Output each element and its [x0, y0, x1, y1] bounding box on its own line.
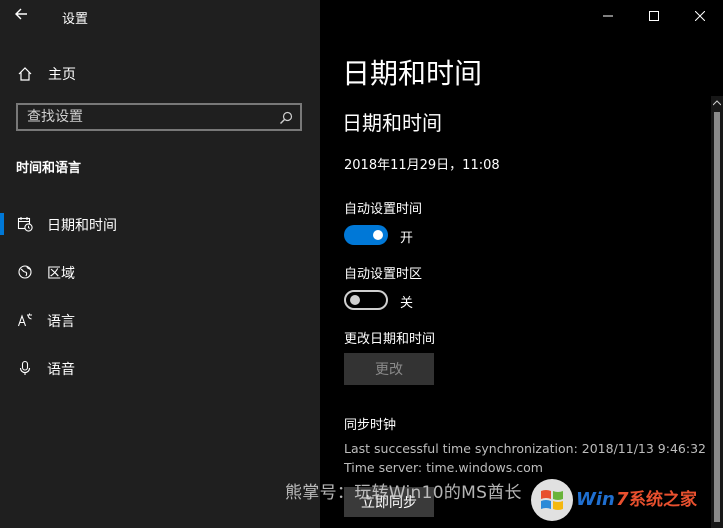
time-server-text: Time server: time.windows.com [344, 460, 543, 475]
sidebar-item-label: 语音 [47, 362, 75, 378]
minimize-icon [603, 15, 613, 17]
minimize-button[interactable] [585, 0, 631, 32]
microphone-icon [16, 359, 34, 377]
scroll-up-button[interactable] [711, 96, 723, 110]
page-title: 日期和时间 [342, 57, 483, 90]
sidebar-item-speech[interactable]: 语音 [0, 351, 320, 385]
watermark-text: 熊掌号：玩转Win10的MS酋长 [285, 483, 522, 503]
auto-timezone-toggle[interactable] [344, 290, 388, 310]
search-box[interactable] [16, 103, 302, 131]
back-arrow-icon [15, 8, 27, 20]
sidebar: 设置 主页 时间和语言 日期和时间 区域 语言 [0, 0, 320, 528]
auto-time-label: 自动设置时间 [344, 202, 423, 217]
svg-text:Win: Win [576, 489, 615, 510]
change-datetime-label: 更改日期和时间 [344, 332, 436, 347]
back-button[interactable] [14, 6, 36, 26]
window-title: 设置 [62, 12, 89, 27]
sidebar-item-language[interactable]: 语言 [0, 303, 320, 337]
globe-icon [16, 263, 34, 281]
scrollbar-thumb[interactable] [714, 112, 720, 522]
window-controls [585, 0, 723, 32]
svg-text:7: 7 [616, 489, 629, 510]
toggle-knob [373, 230, 383, 240]
section-title: 日期和时间 [342, 111, 442, 135]
auto-time-toggle[interactable] [344, 225, 388, 245]
calendar-clock-icon [16, 215, 34, 233]
current-datetime: 2018年11月29日，11:08 [344, 158, 500, 173]
main-content: 日期和时间 日期和时间 2018年11月29日，11:08 自动设置时间 开 自… [320, 0, 723, 528]
search-icon[interactable] [279, 110, 293, 124]
chevron-up-icon [713, 100, 721, 106]
maximize-button[interactable] [631, 0, 677, 32]
windows-flag-icon: Win 7 系统之家 [531, 479, 697, 521]
language-icon [16, 311, 34, 329]
last-sync-text: Last successful time synchronization: 20… [344, 441, 706, 456]
auto-time-state: 开 [400, 231, 414, 246]
nav-home[interactable]: 主页 [16, 62, 306, 86]
close-button[interactable] [677, 0, 723, 32]
close-icon [695, 11, 705, 21]
active-indicator [0, 213, 4, 235]
change-datetime-button[interactable]: 更改 [344, 353, 434, 385]
sidebar-item-label: 日期和时间 [47, 218, 117, 234]
search-input[interactable] [27, 108, 267, 126]
section-heading: 时间和语言 [16, 161, 82, 176]
toggle-knob [350, 295, 360, 305]
svg-text:系统之家: 系统之家 [629, 489, 697, 510]
maximize-icon [649, 11, 659, 21]
nav-home-label: 主页 [48, 67, 76, 83]
sidebar-item-label: 区域 [47, 266, 75, 282]
sidebar-item-date-time[interactable]: 日期和时间 [0, 207, 320, 241]
auto-timezone-state: 关 [400, 296, 414, 311]
site-logo: Win 7 系统之家 [528, 476, 718, 524]
sidebar-item-label: 语言 [47, 314, 75, 330]
sync-heading: 同步时钟 [344, 418, 397, 433]
sidebar-item-region[interactable]: 区域 [0, 255, 320, 289]
auto-timezone-label: 自动设置时区 [344, 267, 423, 282]
home-icon [16, 65, 34, 83]
